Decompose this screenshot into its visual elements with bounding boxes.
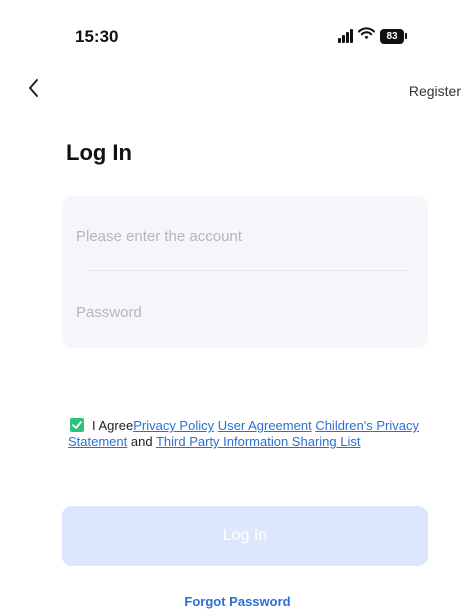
forgot-password-link[interactable]: Forgot Password [0,594,475,609]
status-icons: 83 [338,27,407,45]
chevron-left-icon [29,79,38,97]
login-button[interactable]: Log In [62,506,428,566]
register-link[interactable]: Register [409,83,461,99]
privacy-policy-link[interactable]: Privacy Policy [133,418,214,433]
wifi-icon [358,27,375,45]
login-form-card [62,196,428,348]
status-bar: 15:30 83 [0,0,475,80]
and-text: and [130,434,153,449]
status-time: 15:30 [75,27,119,46]
agree-prefix: I Agree [92,418,134,433]
page-title: Log In [66,140,132,165]
field-divider [86,270,408,271]
check-icon [72,421,82,429]
user-agreement-link[interactable]: User Agreement [218,418,312,433]
battery-icon: 83 [380,28,407,44]
password-input[interactable] [76,300,406,324]
agree-checkbox[interactable] [70,418,84,432]
account-input[interactable] [76,224,406,248]
third-party-sharing-link[interactable]: Third Party Information Sharing List [156,434,360,449]
back-button[interactable] [22,76,46,100]
battery-level: 83 [380,28,404,44]
signal-icon [338,29,353,43]
agreement-text: I AgreePrivacy Policy User Agreement Chi… [68,418,428,450]
